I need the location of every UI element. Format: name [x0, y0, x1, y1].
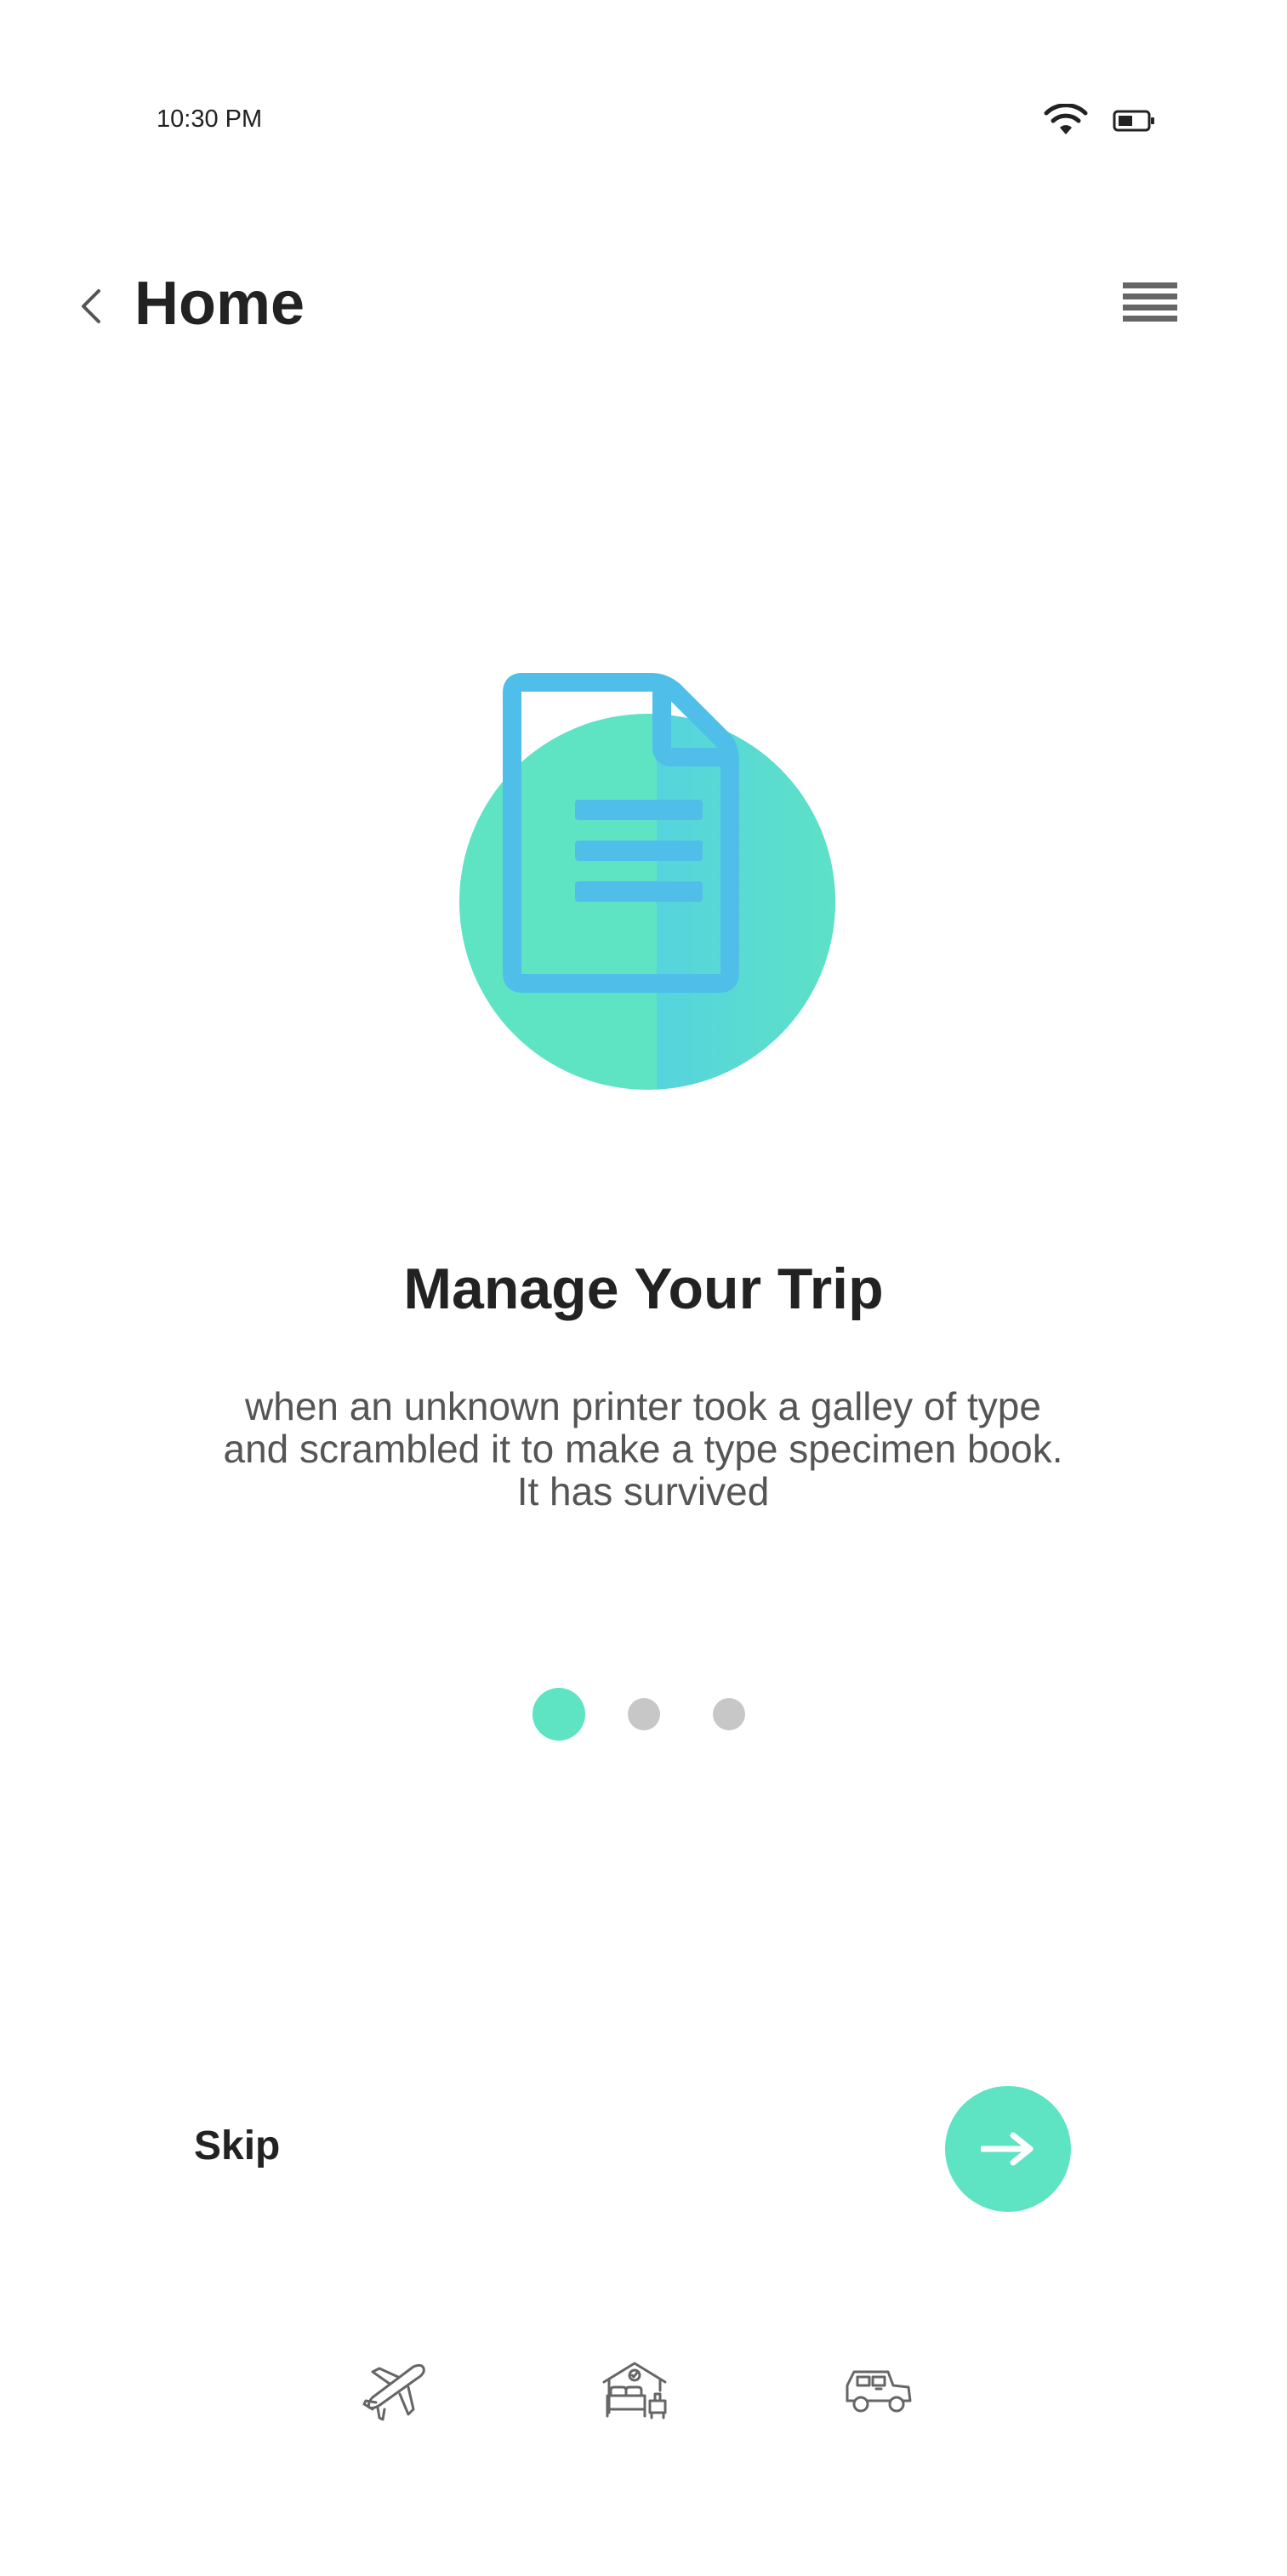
car-icon[interactable]	[842, 2360, 914, 2425]
battery-icon	[1113, 110, 1154, 132]
page-dot-1-active[interactable]	[532, 1688, 585, 1741]
pagination-dots	[0, 1688, 1287, 1742]
plane-icon[interactable]	[361, 2360, 432, 2425]
menu-icon[interactable]	[1123, 281, 1177, 330]
page-title: Home	[134, 270, 305, 338]
document-icon	[459, 673, 835, 1090]
next-button[interactable]	[945, 2086, 1071, 2212]
wifi-icon	[1044, 104, 1088, 134]
arrow-right-icon	[981, 2132, 1034, 2166]
page-dot-2[interactable]	[628, 1698, 660, 1730]
status-icons	[1043, 104, 1154, 140]
slide-description: when an unknown printer took a galley of…	[223, 1384, 1063, 1513]
chevron-left-icon[interactable]	[75, 286, 105, 327]
status-time: 10:30 PM	[157, 105, 263, 133]
page-dot-3[interactable]	[713, 1698, 745, 1730]
slide-title: Manage Your Trip	[403, 1257, 884, 1321]
hotel-icon[interactable]	[601, 2360, 672, 2425]
skip-button[interactable]: Skip	[194, 2117, 280, 2176]
